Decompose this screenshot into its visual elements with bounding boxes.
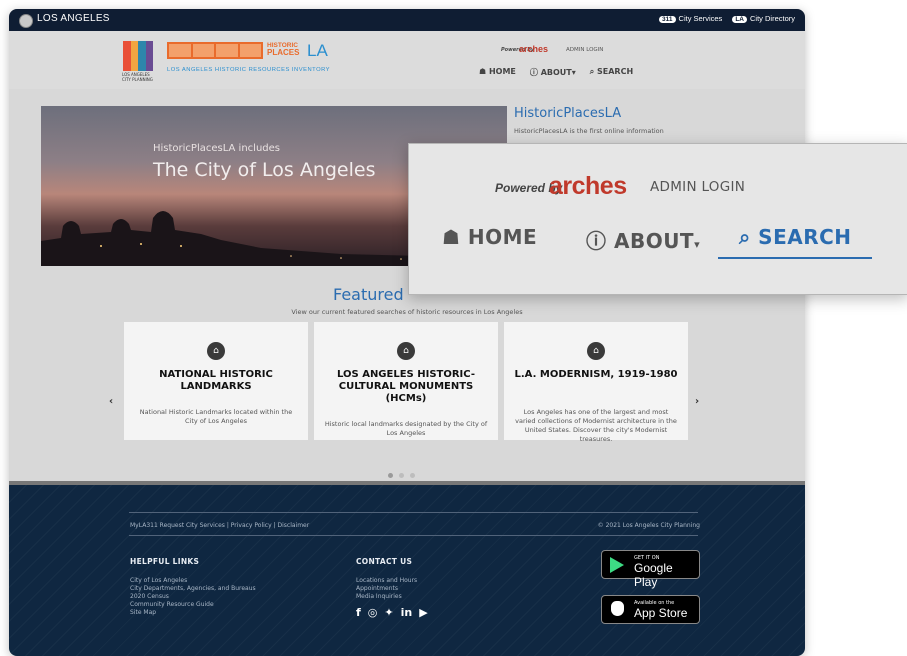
logo-places: PLACES (267, 48, 300, 57)
facebook-icon[interactable]: f (356, 606, 361, 619)
nav-home[interactable]: ☗ HOME (479, 67, 516, 78)
zoom-nav-search[interactable]: ⌕ SEARCH (739, 225, 852, 249)
nav-about-label: ABOUT (540, 68, 572, 77)
footer-link[interactable]: City of Los Angeles (130, 577, 256, 585)
card-description: Los Angeles has one of the largest and m… (515, 408, 677, 443)
zoom-home-label: HOME (467, 225, 538, 249)
card-description: Historic local landmarks designated by t… (324, 420, 488, 437)
main-nav: ☗ HOME ⓘ ABOUT▾ ⌕ SEARCH (479, 67, 633, 78)
info-icon: ⓘ (586, 229, 607, 253)
footer-link[interactable]: Community Resource Guide (130, 601, 256, 609)
landmark-icon: ⌂ (587, 342, 605, 360)
nav-search-label: SEARCH (597, 67, 634, 76)
zoom-nav-home[interactable]: ☗ HOME (442, 225, 537, 249)
browser-window: LOS ANGELES 311 City Services LA City Dire… (9, 9, 805, 656)
city-seal-icon (19, 14, 33, 28)
zoomed-header-callout: Powered by arches ADMIN LOGIN ☗ HOME ⓘ A… (408, 143, 907, 295)
admin-login-link[interactable]: ADMIN LOGIN (566, 47, 603, 53)
google-play-label: Google Play (634, 561, 673, 589)
nav-search[interactable]: ⌕ SEARCH (590, 67, 633, 78)
google-play-icon (610, 557, 624, 573)
card-title: NATIONAL HISTORIC LANDMARKS (159, 369, 273, 392)
carousel-dot[interactable] (399, 473, 404, 478)
search-icon: ⌕ (739, 225, 751, 249)
card-description: National Historic Landmarks located with… (139, 408, 293, 425)
footer-link[interactable]: City Departments, Agencies, and Bureaus (130, 585, 256, 593)
featured-subtitle: View our current featured searches of hi… (291, 308, 523, 316)
logo-dept-text: LOS ANGELES CITY PLANNING (122, 72, 153, 82)
home-icon: ☗ (442, 225, 461, 249)
footer-copyright: © 2021 Los Angeles City Planning (597, 522, 700, 529)
footer-link[interactable]: Site Map (130, 609, 256, 617)
zoom-admin-login[interactable]: ADMIN LOGIN (650, 179, 745, 195)
logo-inventory: LOS ANGELES HISTORIC RESOURCES INVENTORY (167, 67, 331, 73)
sidebar-text: HistoricPlacesLA is the first online inf… (514, 127, 664, 135)
landmark-icon: ⌂ (207, 342, 225, 360)
carousel-dot[interactable] (388, 473, 393, 478)
arches-logo[interactable]: arches (519, 44, 548, 54)
footer-link[interactable]: Locations and Hours (356, 577, 417, 585)
footer-link[interactable]: Media Inquiries (356, 593, 417, 601)
site-footer: MyLA311 Request City Services | Privacy … (9, 481, 805, 656)
app-store-badge[interactable]: Available on the App Store (601, 595, 700, 624)
city-services-link[interactable]: 311 City Services (659, 14, 722, 23)
featured-card[interactable]: ⌂ L.A. MODERNISM, 1919-1980 Los Angeles … (504, 322, 688, 443)
city-topbar: LOS ANGELES 311 City Services LA City Dire… (9, 9, 805, 31)
zoom-about-label: ABOUT (613, 229, 695, 253)
youtube-icon[interactable]: ▶ (419, 606, 427, 619)
linkedin-icon[interactable]: in (401, 606, 413, 619)
city-planning-logo[interactable] (123, 41, 153, 71)
footer-divider (129, 512, 698, 513)
featured-card[interactable]: ⌂ NATIONAL HISTORIC LANDMARKS National H… (124, 322, 308, 440)
helpful-links-list: City of Los Angeles City Departments, Ag… (130, 577, 256, 617)
historic-places-logo[interactable] (167, 42, 263, 59)
footer-link[interactable]: Appointments (356, 585, 417, 593)
city-services-label: City Services (678, 14, 723, 23)
site-header: LOS ANGELES CITY PLANNING HISTORIC PLACE… (9, 31, 805, 89)
social-links: f ◎ ✦ in ▶ (356, 606, 428, 619)
zoom-search-label: SEARCH (758, 225, 852, 249)
carousel-dots (388, 473, 415, 478)
app-store-label: App Store (634, 606, 688, 620)
nav-home-label: HOME (488, 67, 516, 76)
contact-heading: CONTACT US (356, 557, 413, 566)
carousel-next-button[interactable]: › (695, 396, 699, 407)
footer-link[interactable]: 2020 Census (130, 593, 256, 601)
logo-la: LA (307, 41, 328, 60)
apple-icon (611, 601, 624, 616)
zoom-nav-about[interactable]: ⓘ ABOUT▾ (586, 225, 700, 254)
helpful-links-heading: HELPFUL LINKS (130, 557, 200, 566)
city-directory-link[interactable]: LA City Directory (732, 14, 795, 23)
services-badge: 311 (659, 16, 676, 23)
city-name-link[interactable]: LOS ANGELES (37, 13, 110, 24)
logo-title: HISTORIC PLACES LA (267, 41, 337, 60)
featured-card[interactable]: ⌂ LOS ANGELES HISTORIC-CULTURAL MONUMENT… (314, 322, 498, 440)
card-title: LOS ANGELES HISTORIC-CULTURAL MONUMENTS … (337, 369, 475, 404)
directory-badge: LA (732, 16, 747, 23)
carousel-dot[interactable] (410, 473, 415, 478)
contact-list: Locations and Hours Appointments Media I… (356, 577, 417, 601)
hero-line1: HistoricPlacesLA includes (153, 143, 280, 154)
search-active-underline (718, 257, 872, 259)
featured-title: Featured (333, 285, 404, 304)
zoom-arches-logo[interactable]: arches (549, 172, 627, 201)
footer-links-row[interactable]: MyLA311 Request City Services | Privacy … (130, 522, 309, 529)
hero-line2: The City of Los Angeles (153, 159, 376, 181)
twitter-icon[interactable]: ✦ (384, 606, 393, 619)
carousel-prev-button[interactable]: ‹ (109, 396, 113, 407)
landmark-icon: ⌂ (397, 342, 415, 360)
city-directory-label: City Directory (749, 14, 795, 23)
card-title: L.A. MODERNISM, 1919-1980 (514, 369, 678, 380)
footer-divider (129, 535, 698, 536)
sidebar-title: HistoricPlacesLA (514, 106, 622, 121)
chevron-down-icon: ▾ (694, 238, 701, 251)
nav-about[interactable]: ⓘ ABOUT▾ (530, 67, 576, 78)
instagram-icon[interactable]: ◎ (368, 606, 378, 619)
google-play-badge[interactable]: GET IT ON Google Play (601, 550, 700, 589)
